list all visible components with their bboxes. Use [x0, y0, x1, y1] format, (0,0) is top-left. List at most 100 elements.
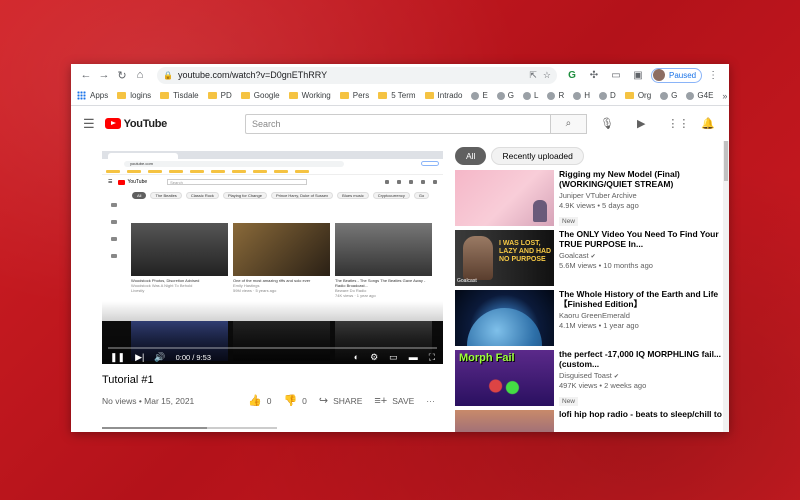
settings-gear-icon[interactable]: ⚙: [370, 352, 378, 363]
inner-thumb-beatles: [335, 223, 432, 276]
search-input[interactable]: [244, 113, 550, 134]
bookmark-tisdale[interactable]: Tisdale: [160, 91, 199, 100]
filter-chip-recently-uploaded[interactable]: Recently uploaded: [491, 147, 584, 165]
browser-window: ← → ↻ ⌂ 🔒 youtube.com/watch?v=D0gnEThRRY…: [71, 64, 729, 432]
recommended-video[interactable]: Morph Fail the perfect -17,000 IQ MORPHLI…: [455, 349, 725, 408]
recommended-video[interactable]: The Whole History of the Earth and Life …: [455, 289, 725, 348]
grammarly-extension-icon[interactable]: G: [565, 70, 579, 81]
notifications-bell-icon[interactable]: 🔔: [701, 117, 715, 130]
recommended-video[interactable]: I WAS LOST, LAZY AND HAD NO PURPOSE Goalcas…: [455, 229, 725, 288]
video-thumbnail[interactable]: Morph Fail: [455, 350, 554, 406]
browser-menu-icon[interactable]: ⋮: [708, 70, 718, 81]
inner-url: youtube.com: [124, 160, 344, 167]
autoplay-toggle-icon[interactable]: ◐: [354, 352, 359, 363]
inner-video-meta: The Beatles - The Songs The Beatles Gave…: [335, 278, 432, 298]
bookmark-r[interactable]: R: [547, 91, 564, 100]
apps-grid-icon[interactable]: ⋮⋮: [667, 117, 689, 130]
search-button[interactable]: ⌕: [549, 113, 587, 134]
save-button[interactable]: ≡+ SAVE: [374, 395, 414, 407]
video-thumbnail[interactable]: I WAS LOST, LAZY AND HAD NO PURPOSE Goalcas…: [455, 230, 554, 286]
bookmark-l[interactable]: L: [523, 91, 538, 100]
verified-check-icon: ✔: [590, 254, 596, 260]
bookmark-working[interactable]: Working: [288, 91, 331, 100]
microphone-icon[interactable]: 🎙: [600, 117, 614, 130]
capture-icon[interactable]: ▣: [631, 70, 645, 81]
bookmark-g4e[interactable]: G4E: [686, 91, 713, 100]
video-thumbnail[interactable]: [455, 410, 554, 432]
bookmark-h[interactable]: H: [573, 91, 590, 100]
open-external-icon[interactable]: ⇱: [529, 70, 537, 81]
bookmark-d[interactable]: D: [599, 91, 616, 100]
next-icon[interactable]: ▶|: [135, 352, 144, 363]
share-label: SHARE: [333, 395, 363, 406]
video-player[interactable]: youtube.com ☰ YouTube Search All The Beat…: [102, 151, 443, 364]
channel-name[interactable]: Kaoru GreenEmerald: [559, 311, 725, 320]
pause-icon[interactable]: ❚❚: [110, 352, 125, 363]
bookmark-pers[interactable]: Pers: [339, 91, 369, 100]
video-title-link[interactable]: the perfect -17,000 IQ MORPHLING fail...…: [559, 349, 725, 369]
like-button[interactable]: 👍 0: [248, 394, 271, 407]
recommended-video[interactable]: lofi hip hop radio - beats to sleep/chil…: [455, 409, 725, 432]
bookmark-apps[interactable]: Apps: [77, 91, 108, 100]
bookmark-google[interactable]: Google: [240, 91, 280, 100]
miniplayer-icon[interactable]: ▭: [389, 352, 398, 363]
channel-name[interactable]: Juniper VTuber Archive: [559, 191, 725, 200]
profile-button[interactable]: Paused: [651, 67, 703, 83]
video-title-link[interactable]: The ONLY Video You Need To Find Your TRU…: [559, 229, 725, 249]
reload-icon[interactable]: ↻: [113, 69, 131, 82]
video-thumbnail[interactable]: [455, 170, 554, 226]
dislike-button[interactable]: 👎 0: [283, 394, 306, 407]
bookmark-label: R: [558, 91, 565, 100]
inner-video-meta: Woodstock Photos, Discretion Advised Woo…: [131, 278, 228, 293]
bookmark-g[interactable]: G: [660, 91, 677, 100]
bookmarks-bar: Apps logins Tisdale PD Google Working Pers 5 Te…: [71, 86, 729, 106]
channel-name[interactable]: Goalcast ✔: [559, 251, 725, 260]
youtube-logo[interactable]: YouTube: [104, 118, 167, 130]
video-title-link[interactable]: Rigging my New Model (Final) (WORKING/QU…: [559, 169, 725, 189]
thumbs-up-icon: 👍: [248, 395, 262, 407]
playlist-add-icon: ≡+: [374, 394, 388, 407]
scrollbar-thumb[interactable]: [724, 141, 728, 181]
forward-arrow-icon[interactable]: →: [95, 69, 113, 81]
lock-icon[interactable]: 🔒: [163, 71, 173, 80]
bookmark-label: Apps: [90, 91, 109, 100]
create-video-icon[interactable]: ▶: [637, 117, 645, 130]
goalcast-face-image: [463, 236, 493, 280]
bookmark-pd[interactable]: PD: [207, 91, 232, 100]
bookmark-org[interactable]: Org: [624, 91, 651, 100]
share-arrow-icon: ↪: [318, 395, 329, 407]
fullscreen-icon[interactable]: ⛶: [429, 352, 435, 363]
video-title-link[interactable]: The Whole History of the Earth and Life …: [559, 289, 725, 309]
folder-icon: [424, 92, 434, 99]
video-progress-bar[interactable]: [108, 347, 437, 349]
bookmark-label: E: [482, 91, 488, 100]
extensions-puzzle-icon[interactable]: ✣: [587, 70, 601, 81]
channel-name[interactable]: Disguised Toast ✔: [559, 371, 725, 380]
page-scrollbar[interactable]: [723, 141, 729, 432]
video-thumbnail[interactable]: [455, 290, 554, 346]
bookmarks-overflow-icon[interactable]: »: [722, 91, 727, 101]
bookmark-e[interactable]: E: [471, 91, 488, 100]
inner-video-meta: One of the most amazing riffs and solo e…: [233, 278, 330, 293]
bookmark-5-term[interactable]: 5 Term: [378, 91, 416, 100]
bookmark-g[interactable]: G: [496, 91, 514, 100]
more-actions-button[interactable]: ···: [426, 396, 435, 406]
url-text[interactable]: youtube.com/watch?v=D0gnEThRRY: [178, 70, 523, 80]
share-button[interactable]: ↪ SHARE: [319, 394, 363, 407]
volume-icon[interactable]: 🔊: [154, 352, 165, 363]
bookmark-logins[interactable]: logins: [117, 91, 151, 100]
address-bar[interactable]: 🔒 youtube.com/watch?v=D0gnEThRRY ⇱ ☆: [157, 66, 557, 84]
recommended-video[interactable]: Rigging my New Model (Final) (WORKING/QU…: [455, 169, 725, 228]
theater-mode-icon[interactable]: ▬: [409, 352, 418, 363]
bookmark-intrado[interactable]: Intrado: [424, 91, 462, 100]
video-title-link[interactable]: lofi hip hop radio - beats to sleep/chil…: [559, 409, 725, 419]
bookmark-label: PD: [220, 91, 232, 100]
bookmark-label: logins: [130, 91, 152, 100]
filter-chip-all[interactable]: All: [455, 147, 487, 165]
back-arrow-icon[interactable]: ←: [77, 69, 95, 81]
bookmark-star-icon[interactable]: ☆: [543, 70, 551, 81]
home-icon[interactable]: ⌂: [131, 69, 149, 81]
cast-icon[interactable]: ▭: [609, 70, 623, 81]
menu-icon[interactable]: ☰: [83, 116, 95, 132]
vtuber-character-image: [533, 200, 547, 222]
